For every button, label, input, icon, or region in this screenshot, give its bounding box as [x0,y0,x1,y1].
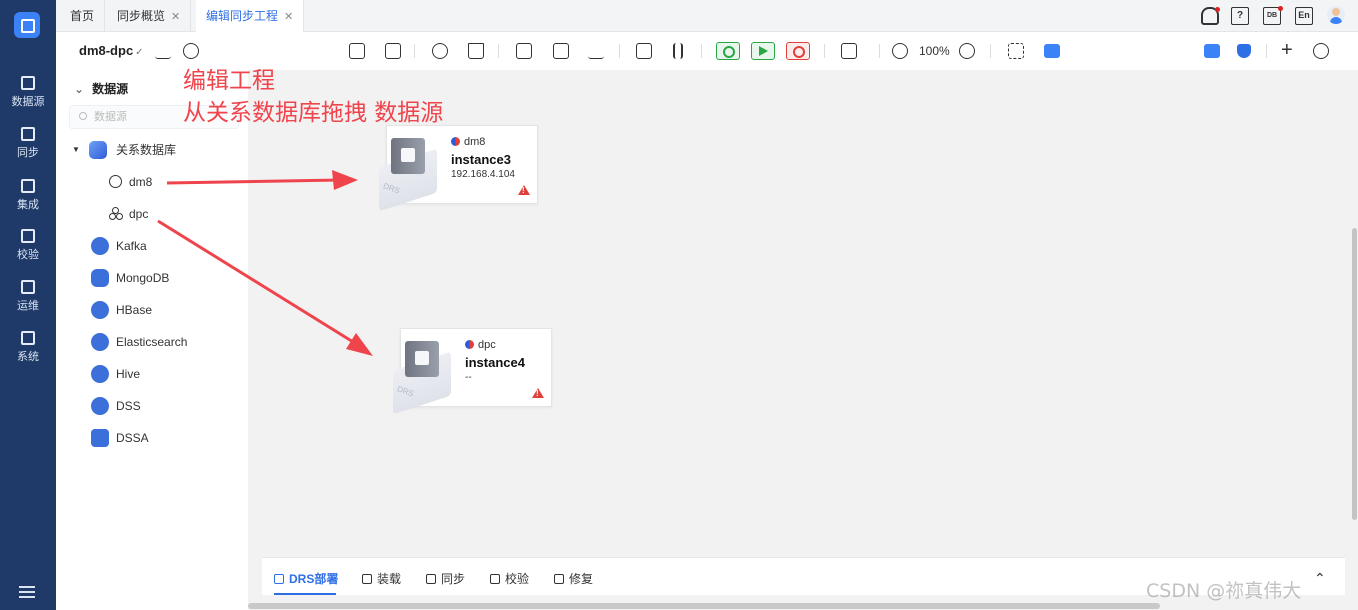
node-db-name: dpc [465,339,496,351]
arrow-head-1 [332,170,358,190]
node-instance-name: instance3 [451,152,511,167]
instance-node[interactable]: DRS dpc instance4 -- [393,328,552,415]
dpc-logo-icon [465,340,474,349]
annotation-arrows [157,170,373,356]
tab-load[interactable]: 装载 [362,570,401,587]
tab-sync[interactable]: 同步 [426,570,465,587]
collapse-icon[interactable]: ⌃ [1314,570,1326,587]
verify-icon [490,574,500,584]
drs-cube-icon: DRS [377,128,439,212]
arrow-to-node2 [157,219,359,347]
dm8-logo-icon [451,137,460,146]
load-icon [362,574,372,584]
node-db-name: dm8 [451,136,485,148]
tab-repair[interactable]: 修复 [554,570,593,587]
node-instance-name: instance4 [465,355,525,370]
active-tab-indicator [274,593,336,595]
sync-tab-icon [426,574,436,584]
repair-icon [554,574,564,584]
drs-cube-icon: DRS [391,331,453,415]
watermark: CSDN @祢真伟大 [1146,580,1302,602]
tab-drs-deploy[interactable]: DRS部署 [274,570,338,587]
node-address: -- [465,372,472,383]
instance-node[interactable]: DRS dm8 instance3 192.168.4.104 [379,125,538,212]
vertical-scrollbar[interactable] [1352,228,1357,520]
warning-icon[interactable] [518,185,530,195]
tab-verify[interactable]: 校验 [490,570,529,587]
warning-icon[interactable] [532,388,544,398]
arrow-to-node1 [166,178,341,185]
node-address: 192.168.4.104 [451,169,515,180]
deploy-tab-icon [274,574,284,584]
horizontal-scrollbar[interactable] [248,603,1160,609]
arrow-head-2 [346,333,373,356]
